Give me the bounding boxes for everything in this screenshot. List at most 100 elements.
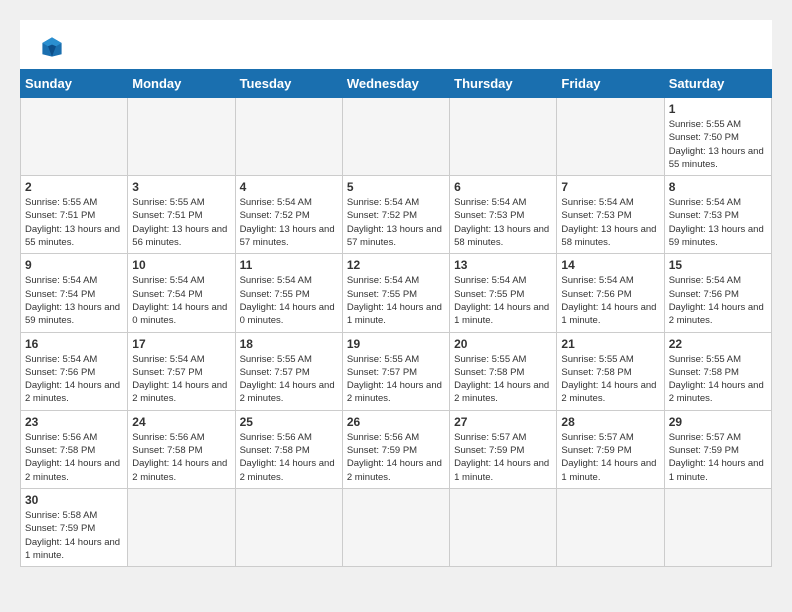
calendar-day-cell: 1 Sunrise: 5:55 AMSunset: 7:50 PMDaylight… — [664, 98, 771, 176]
day-info: Sunrise: 5:56 AMSunset: 7:59 PMDaylight:… — [347, 431, 445, 484]
weekday-header-monday: Monday — [128, 70, 235, 98]
day-number: 30 — [25, 493, 123, 507]
calendar-day-cell: 6Sunrise: 5:54 AMSunset: 7:53 PMDaylight… — [450, 176, 557, 254]
day-info: Sunrise: 5:55 AMSunset: 7:57 PMDaylight:… — [240, 353, 338, 406]
calendar-day-cell: 30 Sunrise: 5:58 AMSunset: 7:59 PMDayligh… — [21, 488, 128, 566]
calendar-day-cell: 10 Sunrise: 5:54 AMSunset: 7:54 PMDayligh… — [128, 254, 235, 332]
day-info: Sunrise: 5:55 AMSunset: 7:58 PMDaylight:… — [669, 353, 767, 406]
calendar-week-row: 9 Sunrise: 5:54 AMSunset: 7:54 PMDaylight… — [21, 254, 772, 332]
calendar-day-cell: 3Sunrise: 5:55 AMSunset: 7:51 PMDaylight… — [128, 176, 235, 254]
day-info: Sunrise: 5:54 AMSunset: 7:53 PMDaylight:… — [669, 196, 767, 249]
calendar-day-cell: 18 Sunrise: 5:55 AMSunset: 7:57 PMDayligh… — [235, 332, 342, 410]
day-number: 3 — [132, 180, 230, 194]
day-number: 29 — [669, 415, 767, 429]
calendar-day-cell — [128, 488, 235, 566]
day-info: Sunrise: 5:55 AMSunset: 7:50 PMDaylight:… — [669, 118, 767, 171]
calendar-week-row: 2 Sunrise: 5:55 AMSunset: 7:51 PMDaylight… — [21, 176, 772, 254]
calendar-day-cell — [450, 488, 557, 566]
calendar-day-cell: 20Sunrise: 5:55 AMSunset: 7:58 PMDayligh… — [450, 332, 557, 410]
calendar-day-cell: 28Sunrise: 5:57 AMSunset: 7:59 PMDayligh… — [557, 410, 664, 488]
calendar-day-cell — [342, 98, 449, 176]
day-number: 22 — [669, 337, 767, 351]
calendar-day-cell — [235, 98, 342, 176]
day-info: Sunrise: 5:54 AMSunset: 7:52 PMDaylight:… — [347, 196, 445, 249]
calendar-day-cell: 19Sunrise: 5:55 AMSunset: 7:57 PMDayligh… — [342, 332, 449, 410]
day-number: 16 — [25, 337, 123, 351]
day-info: Sunrise: 5:54 AMSunset: 7:56 PMDaylight:… — [669, 274, 767, 327]
day-number: 2 — [25, 180, 123, 194]
day-info: Sunrise: 5:57 AMSunset: 7:59 PMDaylight:… — [669, 431, 767, 484]
day-info: Sunrise: 5:54 AMSunset: 7:55 PMDaylight:… — [454, 274, 552, 327]
day-number: 4 — [240, 180, 338, 194]
weekday-header-saturday: Saturday — [664, 70, 771, 98]
calendar-day-cell: 26 Sunrise: 5:56 AMSunset: 7:59 PMDayligh… — [342, 410, 449, 488]
day-info: Sunrise: 5:58 AMSunset: 7:59 PMDaylight:… — [25, 509, 123, 562]
day-number: 25 — [240, 415, 338, 429]
weekday-header-tuesday: Tuesday — [235, 70, 342, 98]
calendar-day-cell: 24 Sunrise: 5:56 AMSunset: 7:58 PMDayligh… — [128, 410, 235, 488]
day-number: 14 — [561, 258, 659, 272]
day-info: Sunrise: 5:54 AMSunset: 7:57 PMDaylight:… — [132, 353, 230, 406]
day-number: 19 — [347, 337, 445, 351]
day-info: Sunrise: 5:55 AMSunset: 7:51 PMDaylight:… — [25, 196, 123, 249]
day-info: Sunrise: 5:54 AMSunset: 7:52 PMDaylight:… — [240, 196, 338, 249]
calendar-day-cell — [557, 98, 664, 176]
day-info: Sunrise: 5:54 AMSunset: 7:54 PMDaylight:… — [25, 274, 123, 327]
calendar-day-cell: 23 Sunrise: 5:56 AMSunset: 7:58 PMDayligh… — [21, 410, 128, 488]
calendar-week-row: 1 Sunrise: 5:55 AMSunset: 7:50 PMDaylight… — [21, 98, 772, 176]
day-number: 7 — [561, 180, 659, 194]
weekday-header-row: SundayMondayTuesdayWednesdayThursdayFrid… — [21, 70, 772, 98]
day-info: Sunrise: 5:54 AMSunset: 7:55 PMDaylight:… — [347, 274, 445, 327]
weekday-header-friday: Friday — [557, 70, 664, 98]
day-number: 27 — [454, 415, 552, 429]
day-number: 23 — [25, 415, 123, 429]
calendar-day-cell: 13Sunrise: 5:54 AMSunset: 7:55 PMDayligh… — [450, 254, 557, 332]
calendar-day-cell — [342, 488, 449, 566]
day-number: 21 — [561, 337, 659, 351]
calendar-day-cell: 4 Sunrise: 5:54 AMSunset: 7:52 PMDaylight… — [235, 176, 342, 254]
calendar-week-row: 16 Sunrise: 5:54 AMSunset: 7:56 PMDayligh… — [21, 332, 772, 410]
day-number: 6 — [454, 180, 552, 194]
calendar-day-cell: 14Sunrise: 5:54 AMSunset: 7:56 PMDayligh… — [557, 254, 664, 332]
calendar-container: SundayMondayTuesdayWednesdayThursdayFrid… — [20, 20, 772, 567]
day-number: 12 — [347, 258, 445, 272]
calendar-day-cell — [128, 98, 235, 176]
day-info: Sunrise: 5:54 AMSunset: 7:54 PMDaylight:… — [132, 274, 230, 327]
logo — [40, 35, 74, 59]
calendar-day-cell: 7Sunrise: 5:54 AMSunset: 7:53 PMDaylight… — [557, 176, 664, 254]
day-number: 11 — [240, 258, 338, 272]
day-info: Sunrise: 5:56 AMSunset: 7:58 PMDaylight:… — [132, 431, 230, 484]
day-number: 20 — [454, 337, 552, 351]
day-info: Sunrise: 5:54 AMSunset: 7:56 PMDaylight:… — [25, 353, 123, 406]
day-number: 15 — [669, 258, 767, 272]
day-number: 5 — [347, 180, 445, 194]
day-info: Sunrise: 5:56 AMSunset: 7:58 PMDaylight:… — [25, 431, 123, 484]
day-number: 9 — [25, 258, 123, 272]
calendar-day-cell: 29 Sunrise: 5:57 AMSunset: 7:59 PMDayligh… — [664, 410, 771, 488]
day-info: Sunrise: 5:54 AMSunset: 7:55 PMDaylight:… — [240, 274, 338, 327]
calendar-day-cell — [557, 488, 664, 566]
weekday-header-wednesday: Wednesday — [342, 70, 449, 98]
day-number: 26 — [347, 415, 445, 429]
calendar-day-cell: 15 Sunrise: 5:54 AMSunset: 7:56 PMDayligh… — [664, 254, 771, 332]
calendar-week-row: 30 Sunrise: 5:58 AMSunset: 7:59 PMDayligh… — [21, 488, 772, 566]
day-info: Sunrise: 5:57 AMSunset: 7:59 PMDaylight:… — [454, 431, 552, 484]
day-number: 1 — [669, 102, 767, 116]
day-number: 10 — [132, 258, 230, 272]
header — [20, 20, 772, 69]
day-number: 24 — [132, 415, 230, 429]
day-number: 18 — [240, 337, 338, 351]
calendar-week-row: 23 Sunrise: 5:56 AMSunset: 7:58 PMDayligh… — [21, 410, 772, 488]
weekday-header-sunday: Sunday — [21, 70, 128, 98]
calendar-day-cell: 25 Sunrise: 5:56 AMSunset: 7:58 PMDayligh… — [235, 410, 342, 488]
calendar-day-cell: 22 Sunrise: 5:55 AMSunset: 7:58 PMDayligh… — [664, 332, 771, 410]
calendar-day-cell: 9 Sunrise: 5:54 AMSunset: 7:54 PMDaylight… — [21, 254, 128, 332]
calendar-table: SundayMondayTuesdayWednesdayThursdayFrid… — [20, 69, 772, 567]
calendar-day-cell — [664, 488, 771, 566]
day-info: Sunrise: 5:57 AMSunset: 7:59 PMDaylight:… — [561, 431, 659, 484]
calendar-day-cell — [235, 488, 342, 566]
day-info: Sunrise: 5:56 AMSunset: 7:58 PMDaylight:… — [240, 431, 338, 484]
calendar-day-cell: 2 Sunrise: 5:55 AMSunset: 7:51 PMDaylight… — [21, 176, 128, 254]
weekday-header-thursday: Thursday — [450, 70, 557, 98]
calendar-day-cell: 8Sunrise: 5:54 AMSunset: 7:53 PMDaylight… — [664, 176, 771, 254]
